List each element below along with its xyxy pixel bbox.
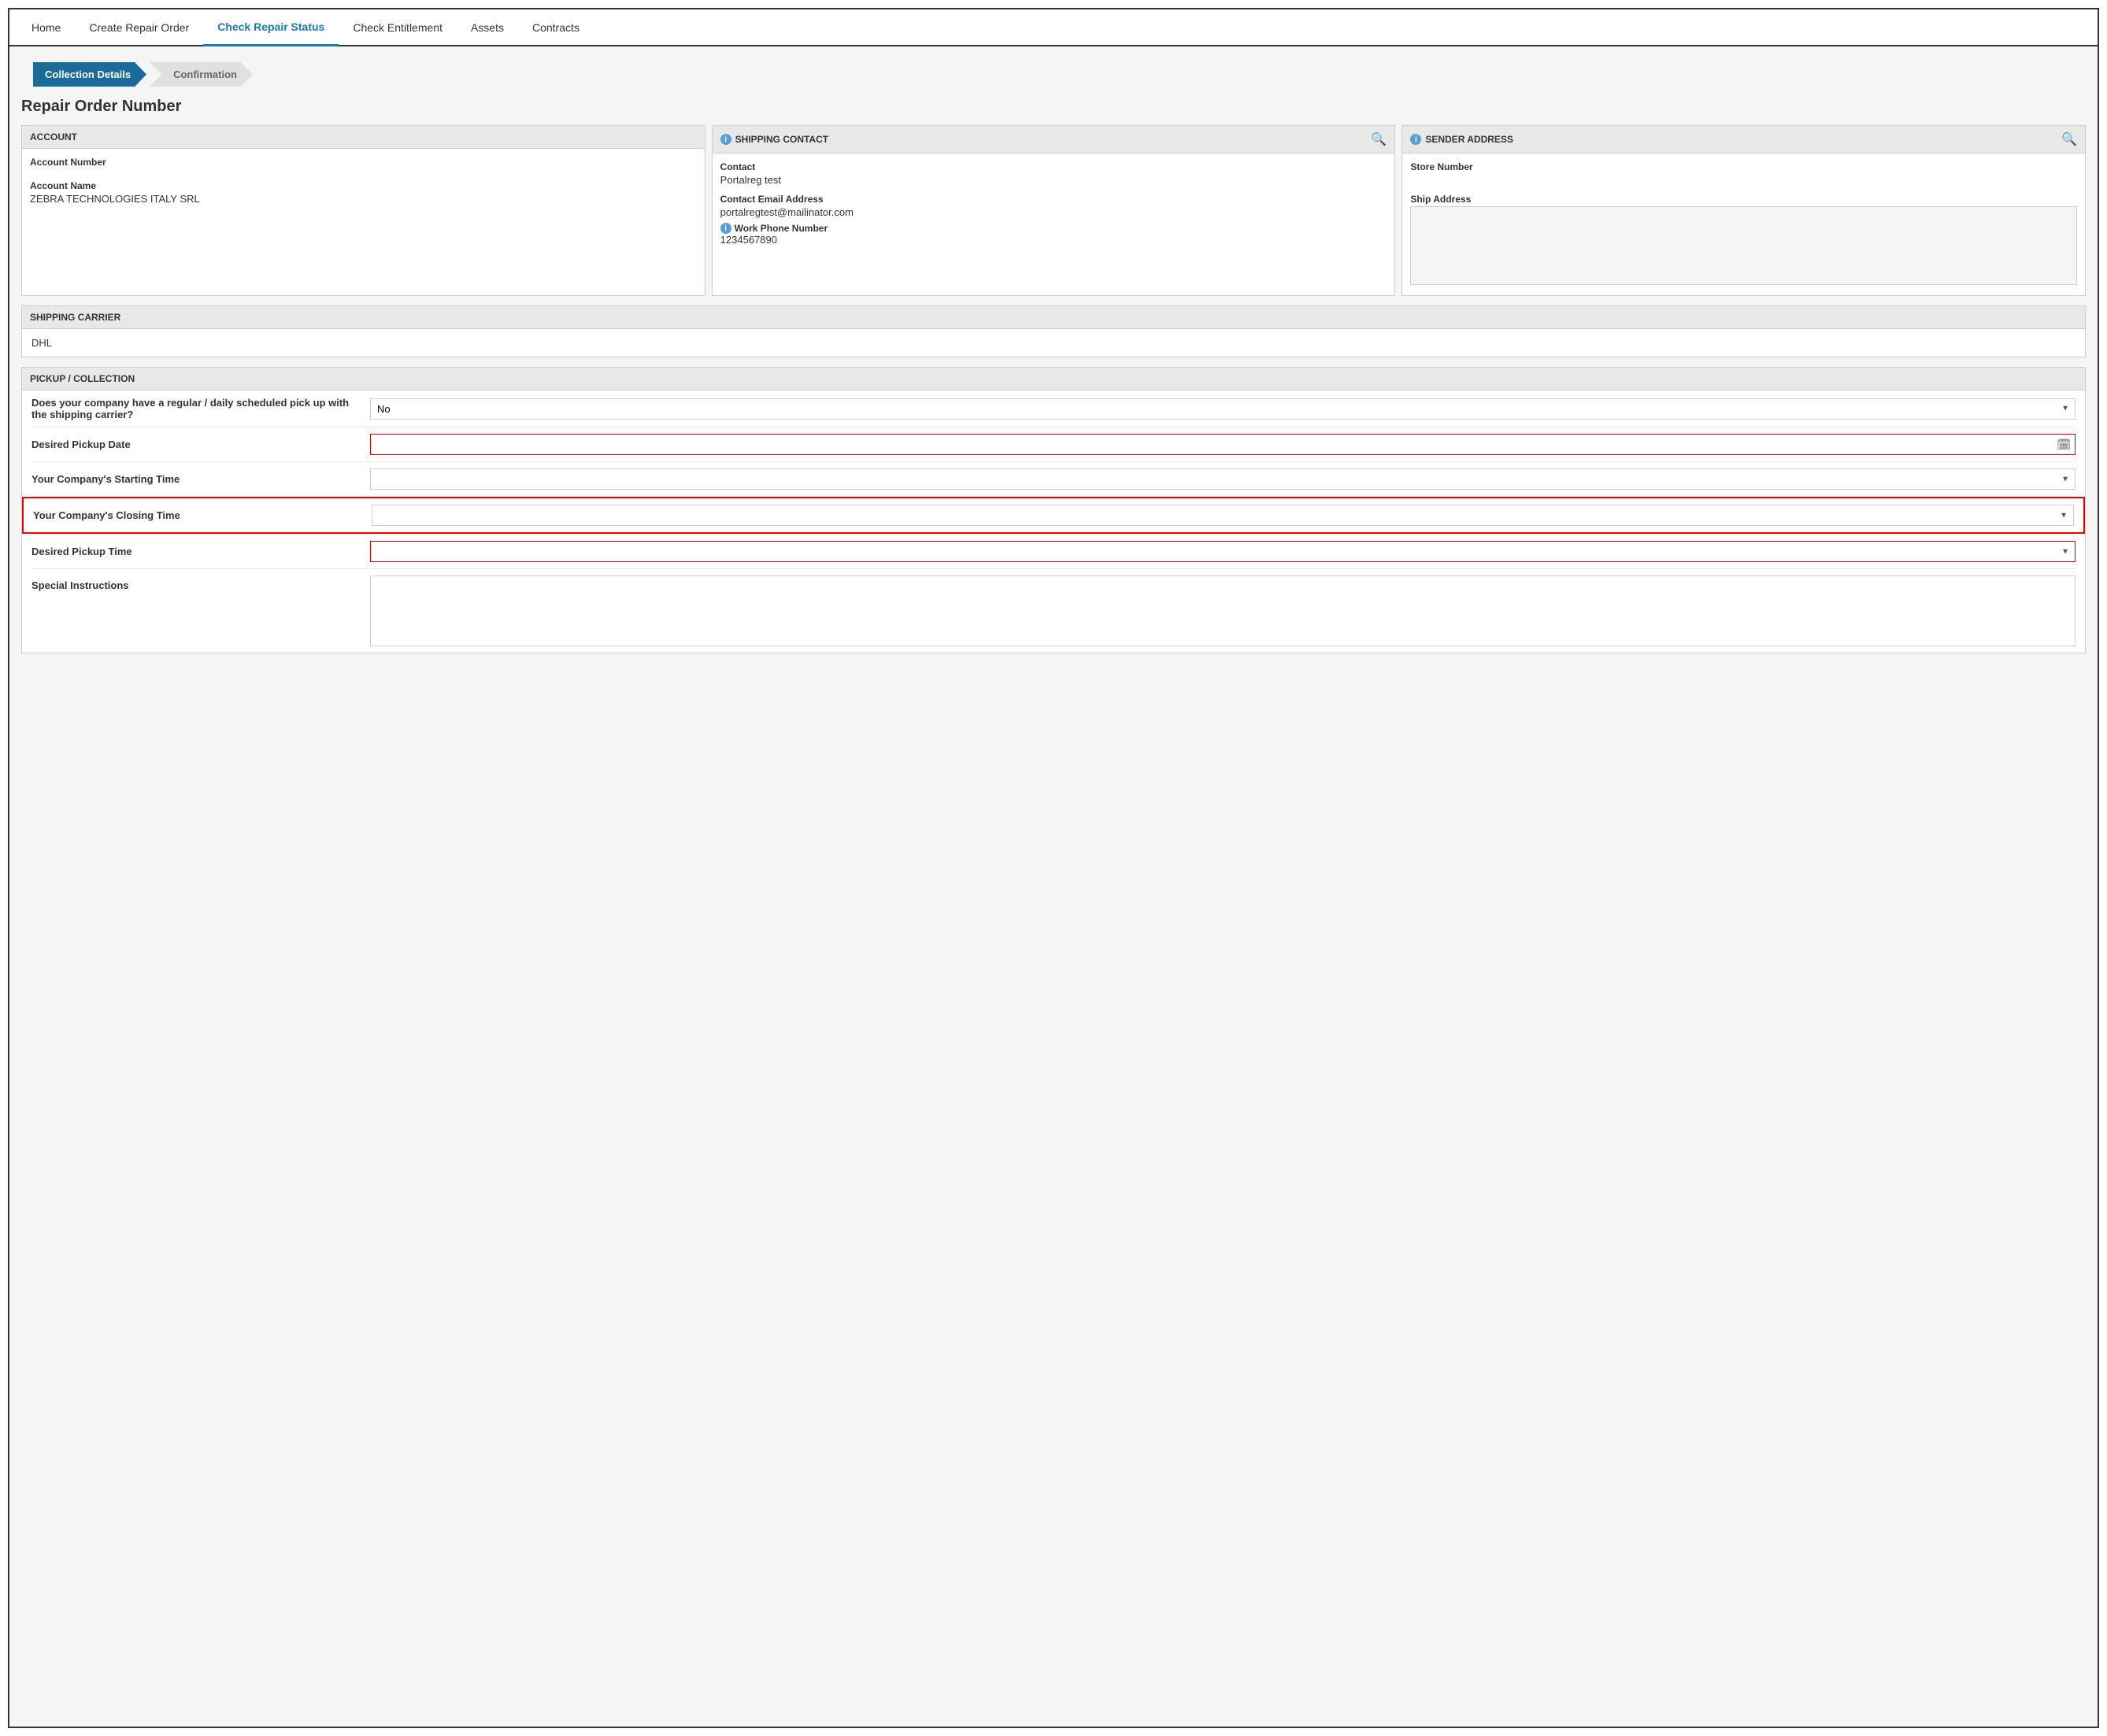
account-card-header: ACCOUNT	[22, 126, 705, 149]
contact-email-label: Contact Email Address	[720, 194, 1387, 205]
shipping-carrier-header: SHIPPING CARRIER	[22, 306, 2085, 329]
store-number-value	[1410, 174, 2077, 186]
starting-time-row: Your Company's Starting Time	[22, 462, 2085, 496]
shipping-contact-header: i SHIPPING CONTACT 🔍	[713, 126, 1395, 154]
desired-pickup-date-wrap: 🗓	[370, 434, 2076, 455]
starting-time-label: Your Company's Starting Time	[31, 473, 362, 485]
desired-pickup-time-select-wrapper	[370, 541, 2076, 562]
work-phone-row: i Work Phone Number	[720, 223, 1387, 234]
desired-pickup-time-row: Desired Pickup Time	[22, 535, 2085, 568]
sender-address-search-icon[interactable]: 🔍	[2061, 131, 2077, 147]
work-phone-value: 1234567890	[720, 234, 1387, 246]
closing-time-control	[372, 505, 2074, 526]
sender-address-card: i SENDER ADDRESS 🔍 Store Number Ship Add…	[1402, 125, 2086, 296]
desired-pickup-time-label: Desired Pickup Time	[31, 546, 362, 557]
work-phone-info-icon: i	[720, 223, 731, 234]
ship-address-textarea[interactable]	[1410, 206, 2077, 285]
work-phone-label: Work Phone Number	[735, 223, 828, 234]
contact-email-value: portalregtest@mailinator.com	[720, 206, 1387, 218]
pickup-collection-section: PICKUP / COLLECTION Does your company ha…	[21, 367, 2086, 653]
shipping-carrier-body: DHL	[22, 329, 2085, 357]
desired-pickup-time-select[interactable]	[370, 541, 2076, 562]
special-instructions-row: Special Instructions	[22, 569, 2085, 653]
shipping-carrier-value: DHL	[31, 337, 52, 349]
pickup-collection-header: PICKUP / COLLECTION	[22, 368, 2085, 391]
daily-pickup-label: Does your company have a regular / daily…	[31, 397, 362, 420]
daily-pickup-control: No Yes	[370, 398, 2076, 420]
daily-pickup-select-wrapper: No Yes	[370, 398, 2076, 420]
desired-pickup-time-control	[370, 541, 2076, 562]
desired-pickup-date-row: Desired Pickup Date 🗓	[22, 428, 2085, 461]
shipping-contact-search-icon[interactable]: 🔍	[1371, 131, 1387, 147]
account-name-value: ZEBRA TECHNOLOGIES ITALY SRL	[30, 193, 697, 205]
special-instructions-label: Special Instructions	[31, 576, 362, 591]
account-card: ACCOUNT Account Number Account Name ZEBR…	[21, 125, 705, 296]
breadcrumb-confirmation[interactable]: Confirmation	[150, 62, 253, 87]
account-number-label: Account Number	[30, 157, 697, 168]
top-cards-row: ACCOUNT Account Number Account Name ZEBR…	[21, 125, 2086, 296]
page-title: Repair Order Number	[21, 98, 2086, 116]
account-header-label: ACCOUNT	[30, 131, 77, 143]
nav-contracts[interactable]: Contracts	[518, 10, 594, 45]
closing-time-row: Your Company's Closing Time	[22, 497, 2085, 534]
special-instructions-textarea[interactable]	[370, 576, 2076, 646]
nav-check-repair-status[interactable]: Check Repair Status	[203, 9, 339, 46]
contact-label: Contact	[720, 161, 1387, 172]
shipping-contact-card: i SHIPPING CONTACT 🔍 Contact Portalreg t…	[712, 125, 1396, 296]
sender-address-header: i SENDER ADDRESS 🔍	[1402, 126, 2085, 154]
closing-time-label: Your Company's Closing Time	[33, 509, 364, 521]
desired-pickup-date-input[interactable]	[370, 434, 2076, 455]
breadcrumb-collection-details[interactable]: Collection Details	[33, 62, 146, 87]
shipping-contact-header-label: SHIPPING CONTACT	[735, 134, 828, 145]
nav-create-repair-order[interactable]: Create Repair Order	[75, 10, 203, 45]
nav-check-entitlement[interactable]: Check Entitlement	[339, 10, 457, 45]
sender-address-header-label: SENDER ADDRESS	[1425, 134, 1513, 145]
shipping-contact-header-left: i SHIPPING CONTACT	[720, 134, 828, 145]
shipping-contact-info-icon: i	[720, 134, 731, 145]
shipping-contact-body: Contact Portalreg test Contact Email Add…	[713, 154, 1395, 258]
account-card-body: Account Number Account Name ZEBRA TECHNO…	[22, 149, 705, 217]
nav-bar: Home Create Repair Order Check Repair St…	[9, 9, 2098, 46]
starting-time-select[interactable]	[370, 468, 2076, 490]
nav-assets[interactable]: Assets	[457, 10, 518, 45]
breadcrumb: Collection Details Confirmation	[21, 54, 2086, 87]
sender-address-header-left: i SENDER ADDRESS	[1410, 134, 1513, 145]
account-name-label: Account Name	[30, 180, 697, 191]
desired-pickup-date-label: Desired Pickup Date	[31, 439, 362, 450]
starting-time-select-wrapper	[370, 468, 2076, 490]
nav-home[interactable]: Home	[17, 10, 75, 45]
special-instructions-control	[370, 576, 2076, 646]
calendar-icon: 🗓	[2057, 438, 2071, 451]
page-content: Collection Details Confirmation Repair O…	[9, 46, 2098, 1727]
daily-pickup-select[interactable]: No Yes	[370, 398, 2076, 420]
ship-address-label: Ship Address	[1410, 194, 2077, 205]
shipping-carrier-section: SHIPPING CARRIER DHL	[21, 305, 2086, 357]
contact-value: Portalreg test	[720, 174, 1387, 186]
closing-time-select[interactable]	[372, 505, 2074, 526]
sender-address-info-icon: i	[1410, 134, 1421, 145]
daily-pickup-row: Does your company have a regular / daily…	[22, 391, 2085, 427]
starting-time-control	[370, 468, 2076, 490]
store-number-label: Store Number	[1410, 161, 2077, 172]
desired-pickup-date-control: 🗓	[370, 434, 2076, 455]
sender-address-body: Store Number Ship Address	[1402, 154, 2085, 295]
closing-time-select-wrapper	[372, 505, 2074, 526]
